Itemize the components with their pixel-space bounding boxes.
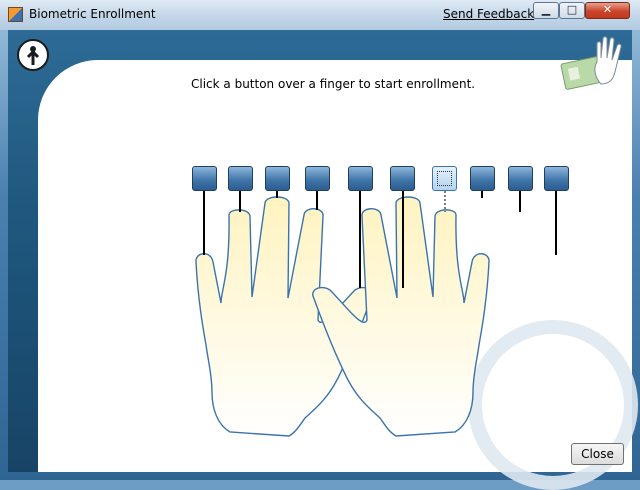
finger-button-right-middle[interactable] <box>470 166 495 191</box>
finger-button-right-pinky[interactable] <box>544 166 569 191</box>
finger-button-left-ring[interactable] <box>228 166 253 191</box>
finger-button-right-ring[interactable] <box>508 166 533 191</box>
finger-button-left-middle[interactable] <box>265 166 290 191</box>
finger-button-left-pinky[interactable] <box>192 166 217 191</box>
close-button[interactable]: Close <box>571 443 624 465</box>
finger-button-left-index[interactable] <box>305 166 330 191</box>
right-hand-outline <box>312 196 490 437</box>
finger-button-right-index[interactable] <box>432 166 457 191</box>
application-window: Biometric Enrollment Send Feedback ▁ □ ✕… <box>0 0 640 490</box>
hands-illustration <box>195 191 557 437</box>
finger-button-left-thumb[interactable] <box>348 166 373 191</box>
finger-button-right-thumb[interactable] <box>390 166 415 191</box>
